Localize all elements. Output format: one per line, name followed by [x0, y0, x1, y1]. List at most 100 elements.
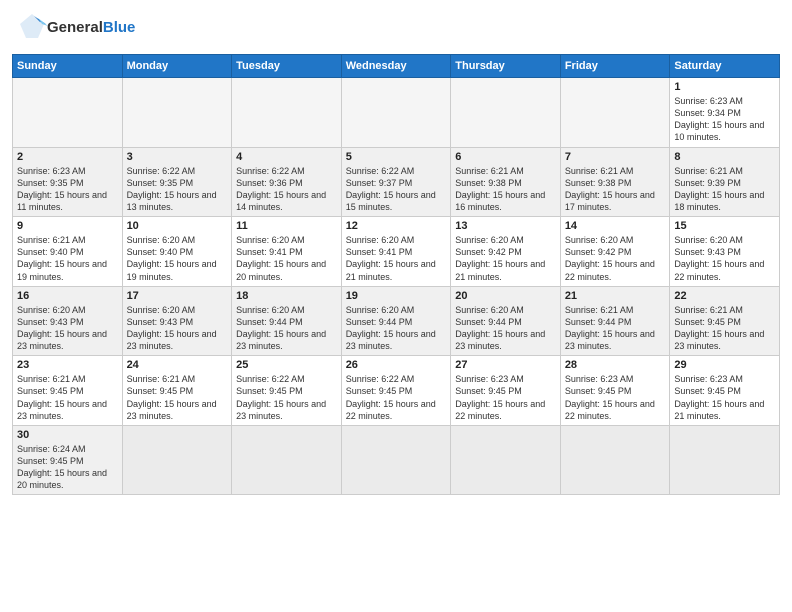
day-info: Sunrise: 6:22 AM Sunset: 9:36 PM Dayligh…: [236, 165, 337, 214]
day-info: Sunrise: 6:22 AM Sunset: 9:35 PM Dayligh…: [127, 165, 228, 214]
table-row: 19 Sunrise: 6:20 AM Sunset: 9:44 PM Dayli…: [341, 286, 451, 356]
day-info: Sunrise: 6:20 AM Sunset: 9:43 PM Dayligh…: [127, 304, 228, 353]
table-row: [232, 425, 342, 495]
day-info: Sunrise: 6:23 AM Sunset: 9:45 PM Dayligh…: [455, 373, 556, 422]
day-info: Sunrise: 6:20 AM Sunset: 9:41 PM Dayligh…: [236, 234, 337, 283]
day-info: Sunrise: 6:21 AM Sunset: 9:45 PM Dayligh…: [127, 373, 228, 422]
table-row: 3 Sunrise: 6:22 AM Sunset: 9:35 PM Daylig…: [122, 147, 232, 217]
col-saturday: Saturday: [670, 55, 780, 78]
day-number: 20: [455, 290, 556, 302]
table-row: 14 Sunrise: 6:20 AM Sunset: 9:42 PM Dayli…: [560, 217, 670, 287]
table-row: [670, 425, 780, 495]
day-number: 19: [346, 290, 447, 302]
table-row: [451, 78, 561, 148]
table-row: [560, 78, 670, 148]
day-number: 21: [565, 290, 666, 302]
table-row: 20Sunrise: 6:20 AM Sunset: 9:44 PM Dayli…: [451, 286, 561, 356]
table-row: 15Sunrise: 6:20 AM Sunset: 9:43 PM Dayli…: [670, 217, 780, 287]
table-row: 26Sunrise: 6:22 AM Sunset: 9:45 PM Dayli…: [341, 356, 451, 426]
day-info: Sunrise: 6:20 AM Sunset: 9:43 PM Dayligh…: [17, 304, 118, 353]
day-info: Sunrise: 6:21 AM Sunset: 9:45 PM Dayligh…: [17, 373, 118, 422]
day-info: Sunrise: 6:21 AM Sunset: 9:38 PM Dayligh…: [455, 165, 556, 214]
day-number: 1: [674, 81, 775, 93]
day-number: 2: [17, 151, 118, 163]
table-row: 17 Sunrise: 6:20 AM Sunset: 9:43 PM Dayli…: [122, 286, 232, 356]
day-number: 8: [674, 151, 775, 163]
table-row: 22 Sunrise: 6:21 AM Sunset: 9:45 PM Dayli…: [670, 286, 780, 356]
day-number: 7: [565, 151, 666, 163]
day-info: Sunrise: 6:23 AM Sunset: 9:45 PM Dayligh…: [565, 373, 666, 422]
table-row: 29 Sunrise: 6:23 AM Sunset: 9:45 PM Dayli…: [670, 356, 780, 426]
day-info: Sunrise: 6:22 AM Sunset: 9:37 PM Dayligh…: [346, 165, 447, 214]
day-number: 11: [236, 220, 337, 232]
table-row: 18 Sunrise: 6:20 AM Sunset: 9:44 PM Dayli…: [232, 286, 342, 356]
day-info: Sunrise: 6:20 AM Sunset: 9:41 PM Dayligh…: [346, 234, 447, 283]
calendar-table: Sunday Monday Tuesday Wednesday Thursday…: [12, 54, 780, 495]
day-number: 5: [346, 151, 447, 163]
day-number: 22: [674, 290, 775, 302]
calendar-week-row: 1 Sunrise: 6:23 AM Sunset: 9:34 PM Daylig…: [13, 78, 780, 148]
table-row: 1 Sunrise: 6:23 AM Sunset: 9:34 PM Daylig…: [670, 78, 780, 148]
day-info: Sunrise: 6:23 AM Sunset: 9:34 PM Dayligh…: [674, 95, 775, 144]
table-row: 7 Sunrise: 6:21 AM Sunset: 9:38 PM Daylig…: [560, 147, 670, 217]
day-info: Sunrise: 6:20 AM Sunset: 9:42 PM Dayligh…: [565, 234, 666, 283]
day-info: Sunrise: 6:21 AM Sunset: 9:44 PM Dayligh…: [565, 304, 666, 353]
day-number: 24: [127, 359, 228, 371]
table-row: 11 Sunrise: 6:20 AM Sunset: 9:41 PM Dayli…: [232, 217, 342, 287]
table-row: 5 Sunrise: 6:22 AM Sunset: 9:37 PM Daylig…: [341, 147, 451, 217]
table-row: 24 Sunrise: 6:21 AM Sunset: 9:45 PM Dayli…: [122, 356, 232, 426]
day-number: 23: [17, 359, 118, 371]
day-number: 6: [455, 151, 556, 163]
page: GeneralBlue Sunday Monday Tuesday Wednes…: [0, 0, 792, 505]
table-row: [341, 425, 451, 495]
day-number: 25: [236, 359, 337, 371]
table-row: 2Sunrise: 6:23 AM Sunset: 9:35 PM Daylig…: [13, 147, 123, 217]
day-info: Sunrise: 6:21 AM Sunset: 9:38 PM Dayligh…: [565, 165, 666, 214]
table-row: 23 Sunrise: 6:21 AM Sunset: 9:45 PM Dayli…: [13, 356, 123, 426]
day-number: 4: [236, 151, 337, 163]
table-row: 27 Sunrise: 6:23 AM Sunset: 9:45 PM Dayli…: [451, 356, 561, 426]
day-info: Sunrise: 6:20 AM Sunset: 9:42 PM Dayligh…: [455, 234, 556, 283]
table-row: 25 Sunrise: 6:22 AM Sunset: 9:45 PM Dayli…: [232, 356, 342, 426]
day-number: 3: [127, 151, 228, 163]
calendar-week-row: 30Sunrise: 6:24 AM Sunset: 9:45 PM Dayli…: [13, 425, 780, 495]
day-number: 14: [565, 220, 666, 232]
calendar-week-row: 16Sunrise: 6:20 AM Sunset: 9:43 PM Dayli…: [13, 286, 780, 356]
day-info: Sunrise: 6:23 AM Sunset: 9:45 PM Dayligh…: [674, 373, 775, 422]
table-row: 9Sunrise: 6:21 AM Sunset: 9:40 PM Daylig…: [13, 217, 123, 287]
table-row: [13, 78, 123, 148]
table-row: [451, 425, 561, 495]
day-info: Sunrise: 6:21 AM Sunset: 9:40 PM Dayligh…: [17, 234, 118, 283]
day-number: 29: [674, 359, 775, 371]
col-tuesday: Tuesday: [232, 55, 342, 78]
day-info: Sunrise: 6:20 AM Sunset: 9:44 PM Dayligh…: [346, 304, 447, 353]
table-row: 8 Sunrise: 6:21 AM Sunset: 9:39 PM Daylig…: [670, 147, 780, 217]
table-row: [560, 425, 670, 495]
table-row: 30Sunrise: 6:24 AM Sunset: 9:45 PM Dayli…: [13, 425, 123, 495]
day-info: Sunrise: 6:20 AM Sunset: 9:44 PM Dayligh…: [236, 304, 337, 353]
table-row: [232, 78, 342, 148]
table-row: 10Sunrise: 6:20 AM Sunset: 9:40 PM Dayli…: [122, 217, 232, 287]
day-info: Sunrise: 6:21 AM Sunset: 9:45 PM Dayligh…: [674, 304, 775, 353]
table-row: 16Sunrise: 6:20 AM Sunset: 9:43 PM Dayli…: [13, 286, 123, 356]
calendar-week-row: 9Sunrise: 6:21 AM Sunset: 9:40 PM Daylig…: [13, 217, 780, 287]
day-number: 13: [455, 220, 556, 232]
table-row: 13 Sunrise: 6:20 AM Sunset: 9:42 PM Dayli…: [451, 217, 561, 287]
calendar-week-row: 23 Sunrise: 6:21 AM Sunset: 9:45 PM Dayli…: [13, 356, 780, 426]
day-info: Sunrise: 6:24 AM Sunset: 9:45 PM Dayligh…: [17, 443, 118, 492]
table-row: 21 Sunrise: 6:21 AM Sunset: 9:44 PM Dayli…: [560, 286, 670, 356]
calendar-header-row: Sunday Monday Tuesday Wednesday Thursday…: [13, 55, 780, 78]
day-number: 17: [127, 290, 228, 302]
table-row: [122, 78, 232, 148]
table-row: 4 Sunrise: 6:22 AM Sunset: 9:36 PM Daylig…: [232, 147, 342, 217]
day-info: Sunrise: 6:22 AM Sunset: 9:45 PM Dayligh…: [236, 373, 337, 422]
day-info: Sunrise: 6:21 AM Sunset: 9:39 PM Dayligh…: [674, 165, 775, 214]
day-number: 10: [127, 220, 228, 232]
day-number: 18: [236, 290, 337, 302]
col-thursday: Thursday: [451, 55, 561, 78]
day-number: 15: [674, 220, 775, 232]
table-row: 28Sunrise: 6:23 AM Sunset: 9:45 PM Dayli…: [560, 356, 670, 426]
col-wednesday: Wednesday: [341, 55, 451, 78]
col-friday: Friday: [560, 55, 670, 78]
day-number: 27: [455, 359, 556, 371]
